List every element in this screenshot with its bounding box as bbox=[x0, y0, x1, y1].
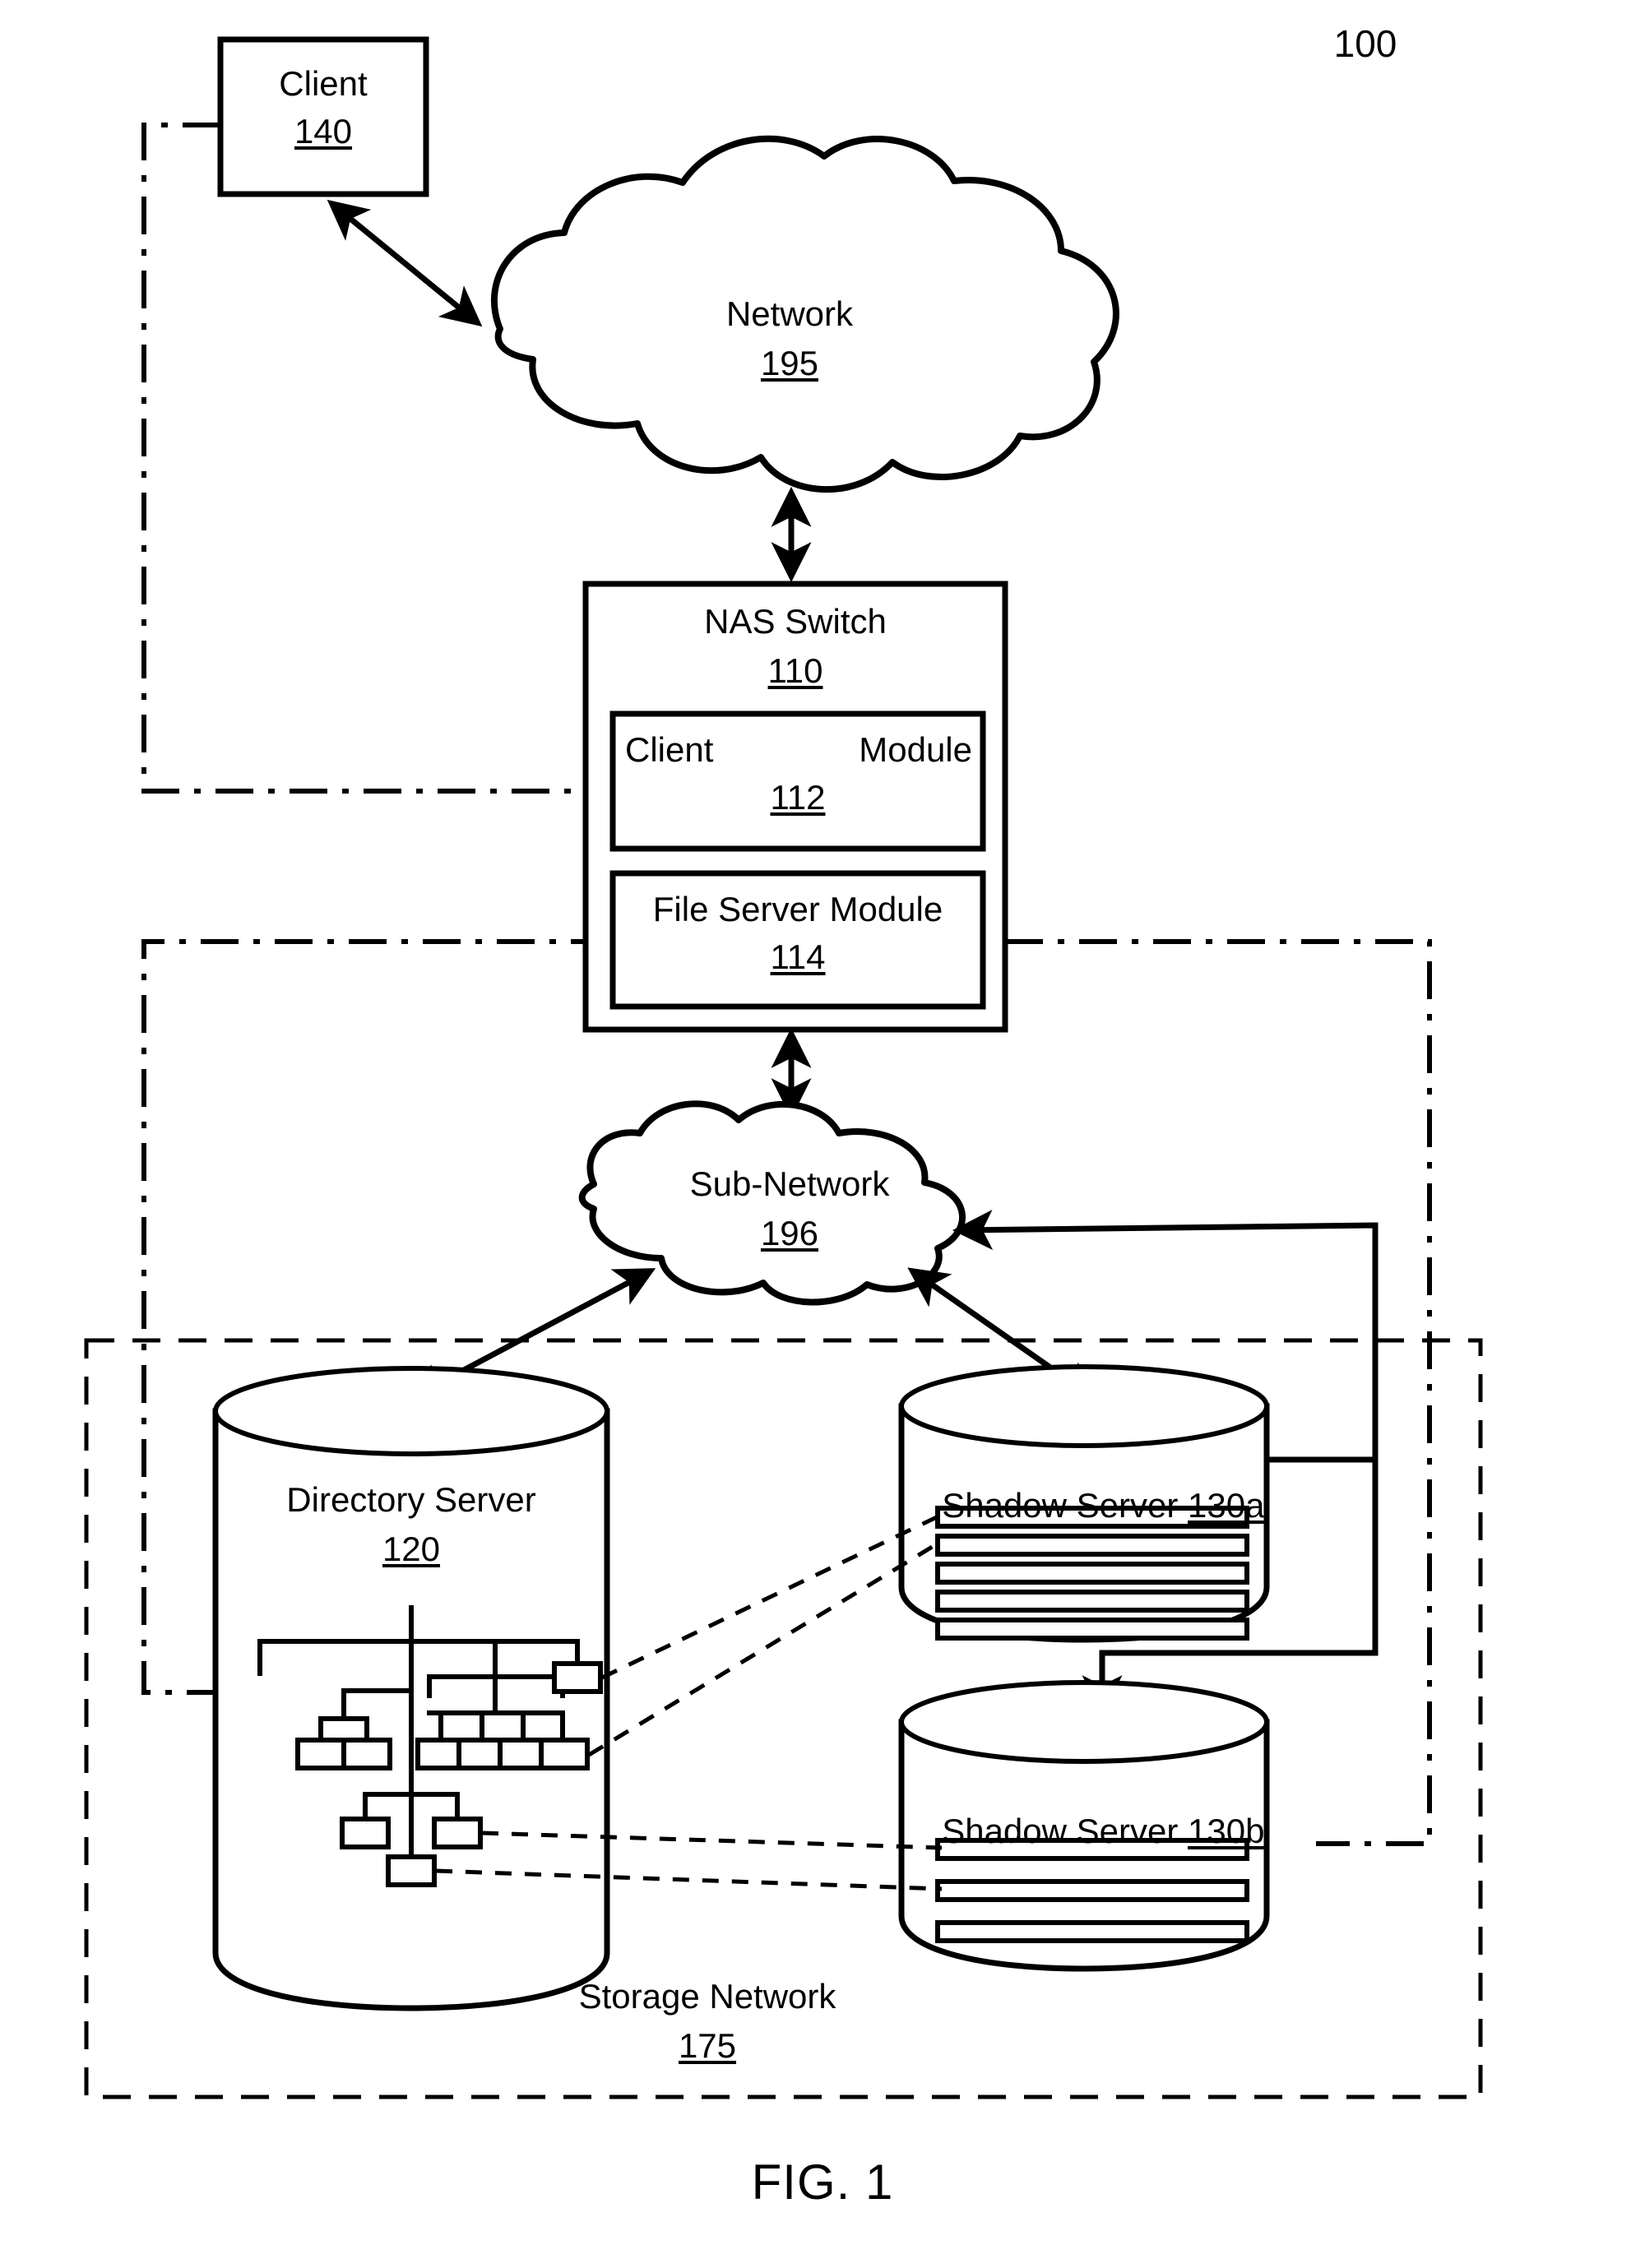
sub-network-numeral: 196 bbox=[760, 1214, 819, 1252]
client-module-label-right: Module bbox=[859, 730, 972, 769]
figure-caption: FIG. 1 bbox=[751, 2155, 894, 2210]
storage-network-label: Storage Network bbox=[578, 1977, 836, 2016]
shadow-server-a-label: Shadow Server 130a bbox=[901, 1447, 1267, 1563]
client-network-link bbox=[327, 199, 483, 327]
client-numeral: 140 bbox=[294, 112, 353, 150]
patent-figure-1: 100 Client 140 Network 195 NAS Switch 11… bbox=[0, 0, 1645, 2268]
network-label: Network bbox=[725, 294, 854, 333]
storage-network-numeral: 175 bbox=[678, 2026, 737, 2065]
directory-server-numeral: 120 bbox=[382, 1530, 441, 1568]
directory-server-label: Directory Server bbox=[286, 1480, 536, 1519]
client-module-numeral: 112 bbox=[770, 778, 826, 817]
shadow-server-b-title-text: Shadow Server 130b bbox=[942, 1812, 1265, 1851]
diagram-vector-layer bbox=[84, 36, 1483, 2099]
nas-switch-numeral: 110 bbox=[767, 651, 823, 690]
network-numeral: 195 bbox=[760, 344, 819, 382]
shadow-server-b-label: Shadow Server 130b bbox=[901, 1773, 1267, 1889]
figure-reference-numeral: 100 bbox=[1333, 22, 1397, 65]
client-label: Client bbox=[279, 64, 368, 103]
file-server-module-label: File Server Module bbox=[652, 890, 943, 928]
client-domain-boundary bbox=[141, 123, 609, 794]
client-module-label-left: Client bbox=[625, 730, 714, 769]
file-server-module-numeral: 114 bbox=[770, 937, 826, 976]
nas-switch-label: NAS Switch bbox=[704, 602, 887, 641]
sub-network-label: Sub-Network bbox=[689, 1164, 890, 1203]
shadow-server-a-title-text: Shadow Server 130a bbox=[942, 1486, 1265, 1525]
